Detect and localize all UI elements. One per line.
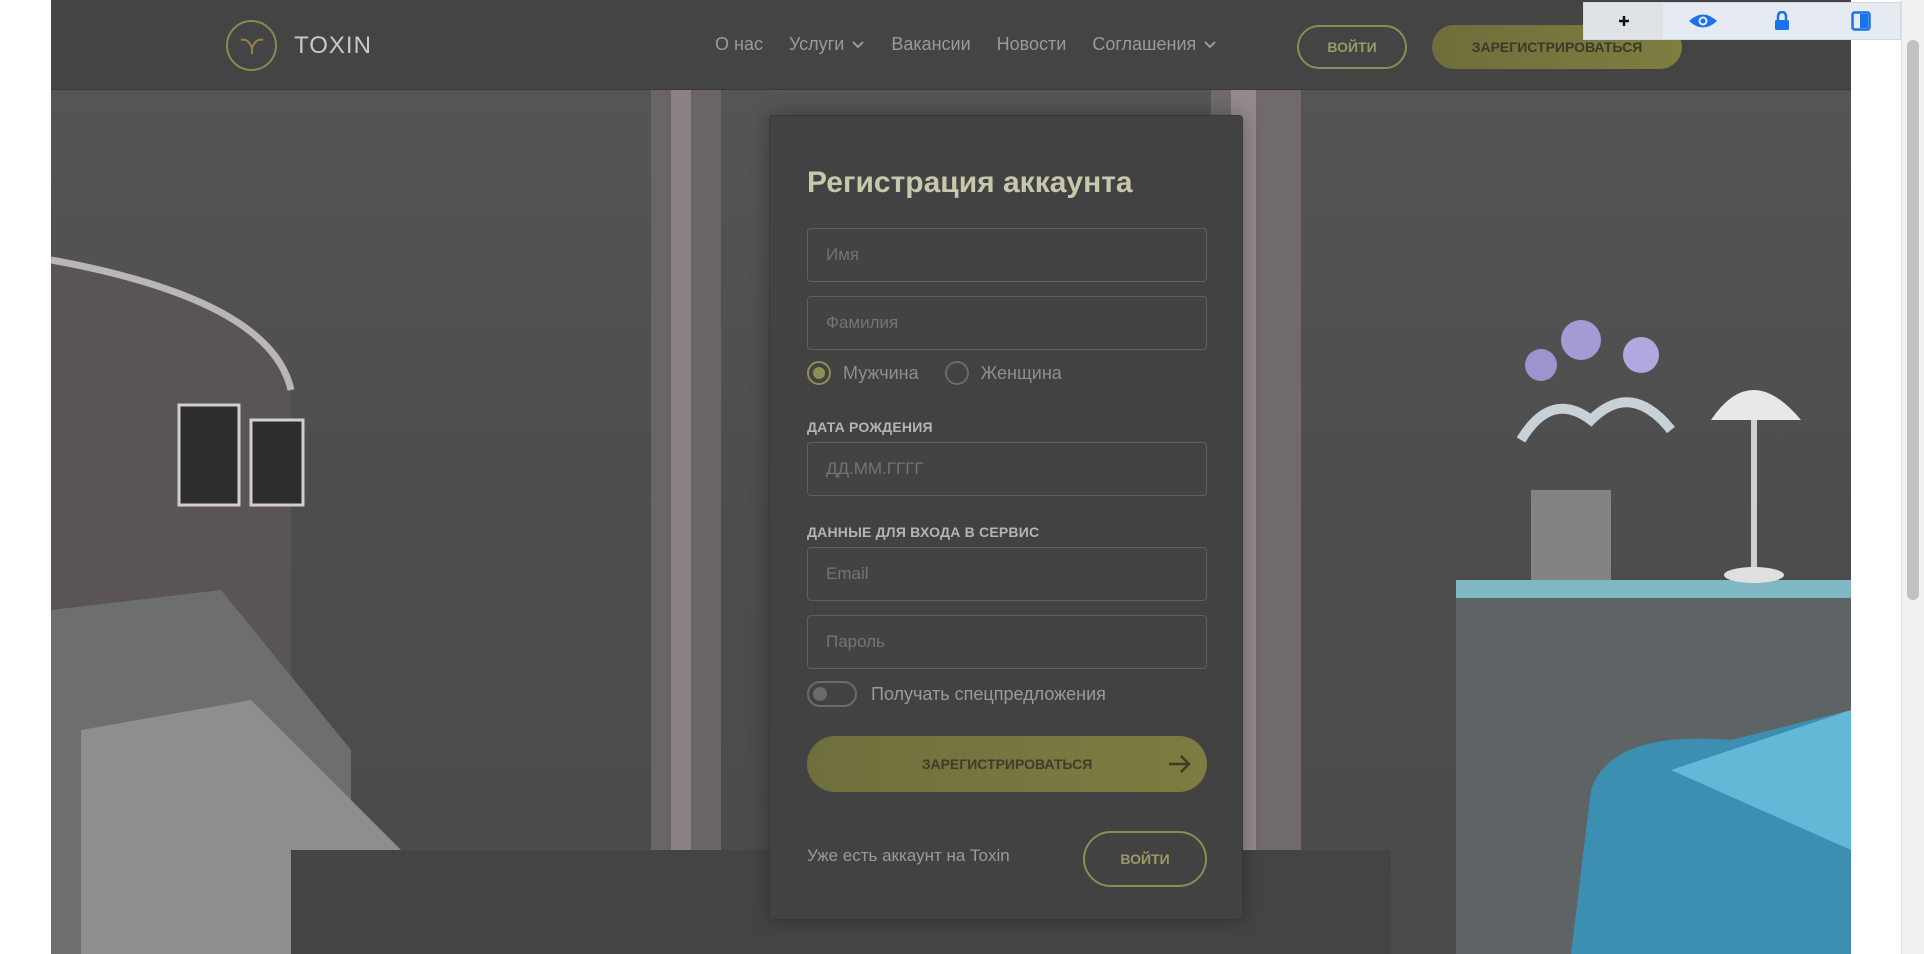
male-radio-label: Мужчина [843,362,919,383]
header-login-button[interactable]: ВОЙТИ [1297,25,1407,69]
login-data-label: ДАННЫЕ ДЛЯ ВХОДА В СЕРВИС [807,524,1040,540]
page: TOXIN О нас Услуги Вакансии Новости Согл… [51,0,1851,954]
arrow-right-icon [1169,755,1191,773]
page-scrollbar[interactable] [1901,0,1924,954]
nav-item-label: О нас [715,34,763,54]
female-radio[interactable] [944,361,969,385]
panel-button[interactable] [1821,3,1900,39]
nav-item-label: Новости [996,34,1067,54]
nav-item-label: Соглашения [1092,34,1197,54]
birth-date-label: ДАТА РОЖДЕНИЯ [807,419,933,435]
nav-item-news[interactable]: Новости [997,34,1067,55]
plus-button[interactable] [1584,3,1663,39]
chevron-down-icon [852,40,865,48]
plus-icon [1618,16,1629,26]
card-login-button[interactable]: ВОЙТИ [1083,831,1207,887]
gender-radio-group: Мужчина Женщина [807,361,1088,385]
main-nav: О нас Услуги Вакансии Новости Соглашения [715,34,1243,55]
site-header: TOXIN О нас Услуги Вакансии Новости Согл… [51,0,1851,90]
lock-icon [1774,11,1789,30]
nav-item-services[interactable]: Услуги [789,34,865,55]
registration-card: Регистрация аккаунта Имя Фамилия Мужчина… [769,115,1243,920]
offers-toggle-label: Получать спецпредложения [871,683,1106,704]
panel-icon [1850,11,1871,31]
visibility-button[interactable] [1663,3,1742,39]
nav-item-label: Услуги [788,34,845,54]
birth-date-input[interactable]: ДД.ММ.ГГГГ [807,442,1207,496]
scrollbar-thumb[interactable] [1907,40,1919,600]
lock-button[interactable] [1742,3,1821,39]
password-input[interactable]: Пароль [807,615,1207,669]
last-name-input[interactable]: Фамилия [807,296,1207,350]
have-account-text: Уже есть аккаунт на Toxin [807,846,1010,865]
nav-item-vacancies[interactable]: Вакансии [891,34,970,55]
card-title: Регистрация аккаунта [807,166,1133,199]
nav-item-label: Вакансии [891,34,971,54]
male-radio[interactable] [807,361,831,385]
logo-icon [226,20,277,71]
email-input[interactable]: Email [807,547,1207,601]
chevron-down-icon [1204,40,1216,48]
female-radio-label: Женщина [980,362,1062,383]
offers-toggle-row: Получать спецпредложения [807,681,1106,707]
nav-item-agreements[interactable]: Соглашения [1092,34,1217,55]
register-submit-button[interactable]: ЗАРЕГИСТРИРОВАТЬСЯ [807,736,1207,792]
eye-icon [1688,14,1717,28]
brand-name: TOXIN [294,31,372,59]
offers-toggle[interactable] [807,681,857,707]
logo[interactable]: TOXIN [226,20,372,71]
floating-toolbar [1583,2,1901,40]
register-submit-label: ЗАРЕГИСТРИРОВАТЬСЯ [921,756,1093,772]
nav-item-about[interactable]: О нас [715,34,763,55]
first-name-input[interactable]: Имя [807,228,1207,282]
